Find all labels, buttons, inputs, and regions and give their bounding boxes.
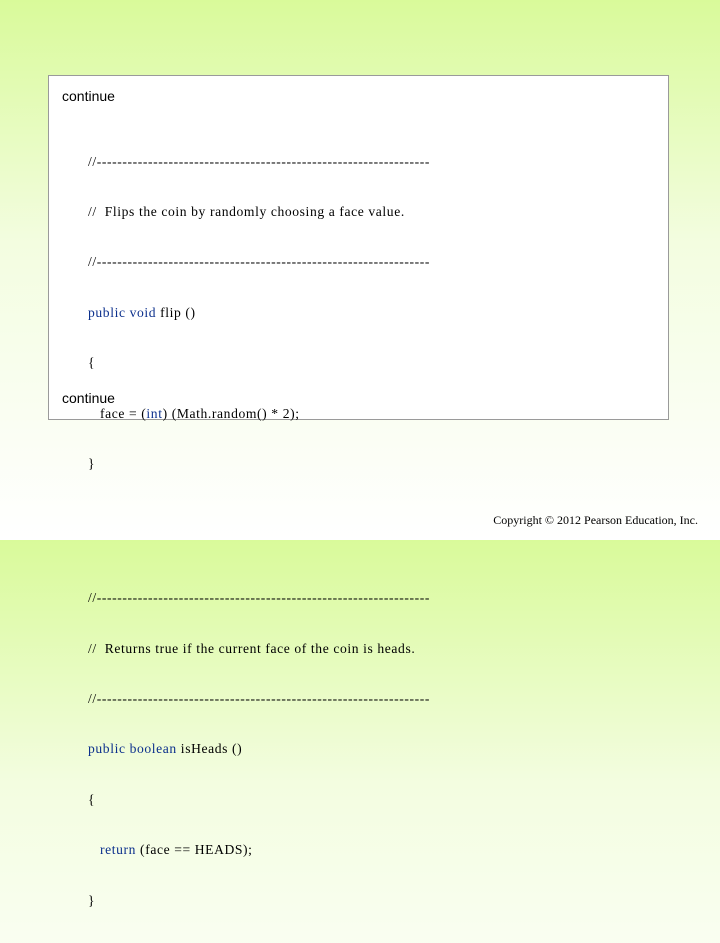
isheads-comment: // Returns true if the current face of t… [88, 640, 416, 656]
flip-close-brace: } [88, 455, 96, 471]
flip-divider-bottom: //--------------------------------------… [88, 254, 430, 270]
copyright-footer: Copyright © 2012 Pearson Education, Inc. [493, 513, 698, 527]
flip-body: face = (int) (Math.random() * 2); [88, 406, 430, 423]
continue-label-top: continue [62, 88, 115, 104]
isheads-body-indent [88, 842, 100, 857]
flip-divider-top: //--------------------------------------… [88, 153, 430, 169]
continue-label-bottom: continue [62, 390, 115, 406]
isheads-close-brace: } [88, 892, 96, 908]
isheads-body-post: (face == HEADS); [136, 842, 253, 858]
isheads-signature: public boolean isHeads () [88, 741, 430, 758]
flip-open-brace: { [88, 355, 96, 371]
isheads-open-brace: { [88, 791, 96, 807]
flip-body-keyword: int [146, 405, 163, 421]
flip-body-post: ) (Math.random() * 2); [162, 405, 300, 421]
flip-comment: // Flips the coin by randomly choosing a… [88, 203, 405, 219]
code-panel: continue //-----------------------------… [48, 75, 669, 908]
flip-body-pre: face = ( [88, 405, 147, 421]
flip-signature: public void flip () [88, 305, 430, 322]
isheads-divider-top: //--------------------------------------… [88, 590, 430, 606]
isheads-signature-name: isHeads () [176, 741, 243, 757]
flip-signature-keyword: public void [88, 304, 157, 320]
isheads-body: return (face == HEADS); [88, 842, 430, 859]
code-listing: //--------------------------------------… [88, 120, 430, 943]
isheads-body-keyword: return [100, 842, 137, 858]
flip-signature-name: flip () [156, 304, 196, 320]
isheads-signature-keyword: public boolean [88, 741, 177, 757]
isheads-divider-bottom: //--------------------------------------… [88, 691, 430, 707]
